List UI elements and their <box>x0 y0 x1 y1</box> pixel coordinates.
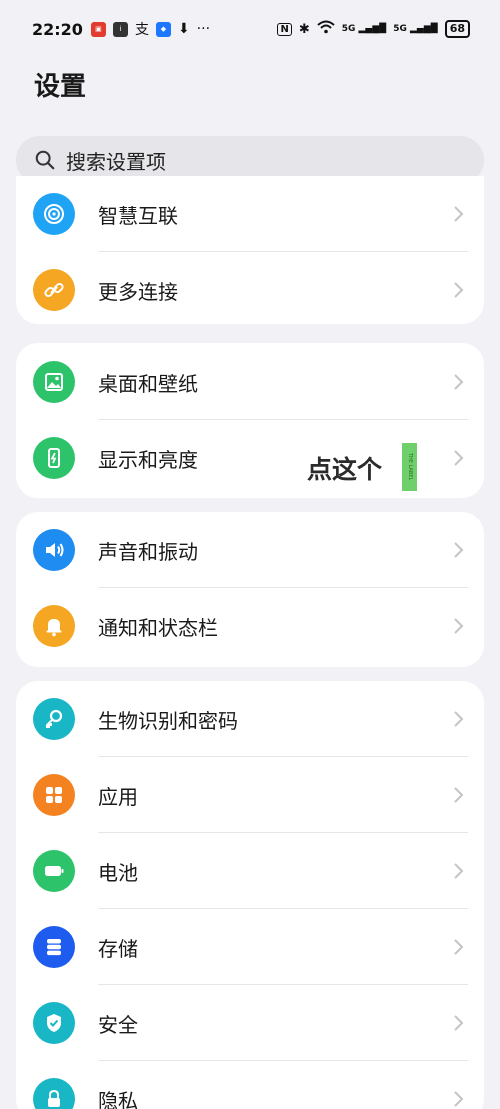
chevron-right-icon <box>454 939 464 955</box>
chevron-right-icon <box>454 863 464 879</box>
page-title: 设置 <box>34 72 87 102</box>
display-icon <box>33 437 75 479</box>
key-icon <box>33 698 75 740</box>
settings-item-security[interactable]: 安全 <box>16 985 484 1061</box>
alipay-icon: 支 <box>134 22 149 38</box>
settings-item-label: 桌面和壁纸 <box>98 371 198 396</box>
shield-icon <box>33 1002 75 1044</box>
settings-item-label: 智慧互联 <box>98 203 178 228</box>
settings-item-storage[interactable]: 存储 <box>16 909 484 985</box>
more-dots-icon: ··· <box>196 21 211 37</box>
settings-group-system: 生物识别和密码 应用 电池 存储 安全 隐私 <box>16 681 484 1109</box>
chevron-right-icon <box>454 1015 464 1031</box>
status-time: 22:20 <box>32 19 83 39</box>
search-placeholder: 搜索设置项 <box>66 149 166 174</box>
chevron-right-icon <box>454 282 464 298</box>
bell-icon <box>33 605 75 647</box>
privacy-lock-icon <box>33 1078 75 1109</box>
settings-item-label: 应用 <box>98 784 138 809</box>
settings-group-connectivity: 智慧互联 更多连接 <box>16 176 484 324</box>
settings-item-more-connections[interactable]: 更多连接 <box>16 252 484 324</box>
settings-item-sound-vibration[interactable]: 声音和振动 <box>16 512 484 588</box>
settings-group-sound: 声音和振动 通知和状态栏 <box>16 512 484 667</box>
annotation-tag: THE LABEL <box>402 443 417 491</box>
battery-icon: 68 <box>444 20 470 38</box>
link-icon <box>33 269 75 311</box>
chevron-right-icon <box>454 787 464 803</box>
chevron-right-icon <box>454 374 464 390</box>
signal-5g-icon-2: 5G ▂▄▆█ <box>393 24 438 34</box>
signal-5g-icon: 5G ▂▄▆█ <box>341 24 387 34</box>
settings-item-apps[interactable]: 应用 <box>16 757 484 833</box>
nfc-icon: N <box>277 22 292 36</box>
settings-item-biometrics[interactable]: 生物识别和密码 <box>16 681 484 757</box>
settings-item-privacy[interactable]: 隐私 <box>16 1061 484 1109</box>
apps-icon <box>33 774 75 816</box>
sound-icon <box>33 529 75 571</box>
settings-item-notifications[interactable]: 通知和状态栏 <box>16 588 484 664</box>
download-icon: ⬇ <box>177 21 190 37</box>
wifi-icon <box>317 20 335 38</box>
chevron-right-icon <box>454 1091 464 1107</box>
smart-connect-icon <box>33 193 75 235</box>
settings-item-label: 隐私 <box>98 1088 138 1109</box>
bluetooth-icon: ✱ <box>298 21 310 37</box>
status-system-icons: N ✱ 5G ▂▄▆█ 5G ▂▄▆█ 68 <box>277 20 470 38</box>
app-badge-icon: ▣ <box>90 21 106 37</box>
chevron-right-icon <box>454 618 464 634</box>
settings-item-label: 存储 <box>98 936 138 961</box>
status-notification-icons: ▣ i 支 ◆ ⬇ ··· <box>90 19 211 39</box>
battery-setting-icon <box>33 850 75 892</box>
settings-item-smart-connect[interactable]: 智慧互联 <box>16 176 484 252</box>
wallpaper-icon <box>33 361 75 403</box>
chevron-right-icon <box>454 450 464 466</box>
chevron-right-icon <box>454 542 464 558</box>
settings-item-label: 通知和状态栏 <box>98 615 218 640</box>
chevron-right-icon <box>454 711 464 727</box>
storage-icon <box>33 926 75 968</box>
settings-item-label: 显示和亮度 <box>98 447 198 472</box>
settings-item-wallpaper[interactable]: 桌面和壁纸 <box>16 344 484 420</box>
status-bar: 22:20 ▣ i 支 ◆ ⬇ ··· N ✱ 5G ▂▄▆█ 5G ▂▄▆█ … <box>0 0 500 58</box>
settings-item-label: 更多连接 <box>98 279 178 304</box>
settings-item-label: 电池 <box>98 860 138 885</box>
search-icon <box>35 150 55 170</box>
settings-item-label: 声音和振动 <box>98 539 198 564</box>
chevron-right-icon <box>454 206 464 222</box>
settings-item-label: 生物识别和密码 <box>98 708 238 733</box>
blue-app-icon: ◆ <box>155 21 171 37</box>
annotation-text: 点这个 <box>307 455 383 484</box>
settings-item-label: 安全 <box>98 1012 138 1037</box>
settings-item-battery[interactable]: 电池 <box>16 833 484 909</box>
info-badge-icon: i <box>112 21 128 37</box>
